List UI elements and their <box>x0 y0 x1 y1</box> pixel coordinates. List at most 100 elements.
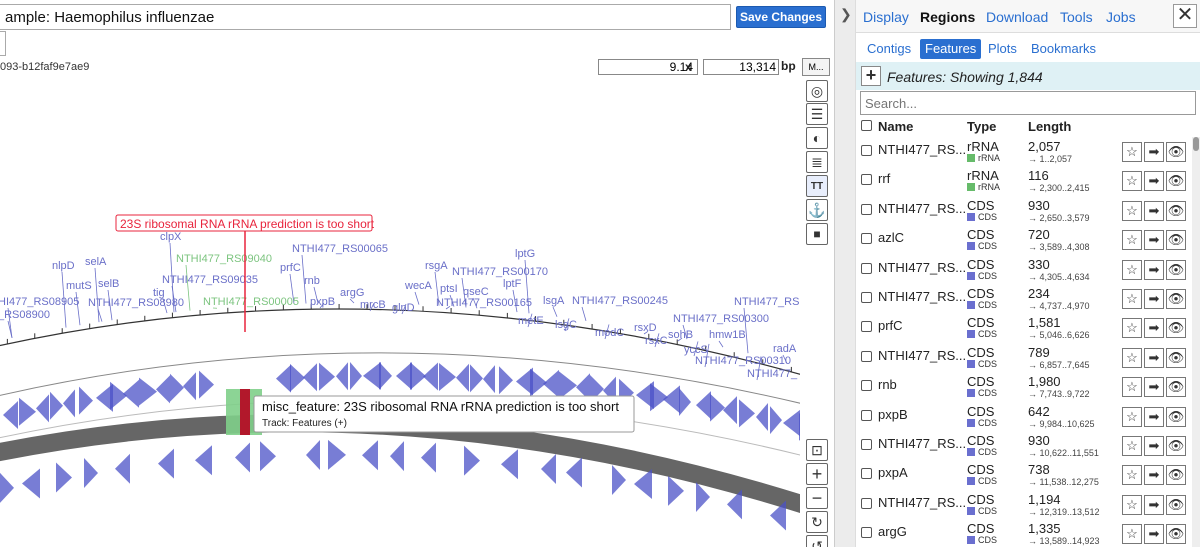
feature-label[interactable]: mrcB <box>360 299 386 311</box>
fit-icon[interactable]: ⊡ <box>806 439 828 461</box>
feature-label[interactable]: rsgA <box>425 260 448 272</box>
scroll-thumb[interactable] <box>1193 137 1199 151</box>
feature-label[interactable]: NTHI477_RS <box>734 296 799 308</box>
feature-arrow[interactable] <box>56 462 72 493</box>
row-checkbox[interactable] <box>861 497 872 509</box>
feature-label[interactable]: NTHI477_RS00310 <box>695 355 791 367</box>
zoom-input[interactable] <box>598 59 698 75</box>
feature-arrow[interactable] <box>541 454 556 485</box>
feature-arrow[interactable] <box>19 397 36 426</box>
feature-label[interactable]: rnb <box>304 275 320 287</box>
eye-icon[interactable]: 👁 <box>1166 289 1186 309</box>
rotate-back-icon[interactable]: ↺ <box>806 535 828 547</box>
highlighted-feature-red[interactable] <box>240 389 250 435</box>
eye-icon[interactable]: 👁 <box>1166 347 1186 368</box>
feature-arrow[interactable] <box>290 363 305 392</box>
table-row[interactable]: pxpA CDS CDS 738 → 11,538..12,275 ☆ ➡ 👁 <box>856 460 1192 489</box>
row-checkbox[interactable] <box>861 145 872 156</box>
eye-icon[interactable]: 👁 <box>1166 494 1186 515</box>
feature-label[interactable]: mutS <box>66 280 92 292</box>
feature-arrow[interactable] <box>3 401 18 430</box>
feature-label[interactable]: NTHI477_RS09040 <box>176 253 272 265</box>
feature-label[interactable]: rsxC <box>645 335 668 347</box>
feature-arrow[interactable] <box>306 439 320 470</box>
zoom-out-icon[interactable]: − <box>806 487 828 509</box>
star-icon[interactable]: ☆ <box>1122 347 1142 368</box>
arrow-right-icon[interactable]: ➡ <box>1144 377 1164 398</box>
star-icon[interactable]: ☆ <box>1122 200 1142 221</box>
features-search-input[interactable] <box>860 91 1196 115</box>
feature-arrow[interactable] <box>350 361 362 390</box>
row-checkbox[interactable] <box>861 380 872 392</box>
feature-label[interactable]: glnD <box>392 302 415 314</box>
panel-splitter[interactable]: ❯ <box>834 0 856 547</box>
eye-icon[interactable]: 👁 <box>1166 436 1186 456</box>
table-row[interactable]: NTHI477_RS... CDS CDS 789 → 6,857..7,645 ☆ ➡ 👁 <box>856 343 1192 372</box>
feature-arrow[interactable] <box>679 388 691 417</box>
lock-icon[interactable]: ■ <box>806 223 828 245</box>
feature-label[interactable]: nlpD <box>52 260 75 272</box>
anchor-icon[interactable]: ⚓ <box>806 199 828 221</box>
map-title-input[interactable] <box>0 4 731 30</box>
feature-arrow[interactable] <box>668 475 684 506</box>
star-icon[interactable]: ☆ <box>1122 465 1142 486</box>
feature-arrow[interactable] <box>183 372 196 401</box>
feature-arrow[interactable] <box>328 439 346 470</box>
tab-regions[interactable]: Regions <box>920 9 975 25</box>
table-row[interactable]: NTHI477_RS... CDS CDS 930 → 10,622..11,551 ☆ ➡… <box>856 431 1192 460</box>
table-row[interactable]: argG CDS CDS 1,335 → 13,589..14,923 ☆ ➡ 👁 <box>856 519 1192 547</box>
feature-arrow[interactable] <box>158 448 174 479</box>
feature-label[interactable]: metE <box>518 315 544 327</box>
feature-arrow[interactable] <box>260 441 276 472</box>
feature-arrow[interactable] <box>470 364 483 393</box>
star-icon[interactable]: ☆ <box>1122 230 1142 251</box>
feature-arrow[interactable] <box>612 464 626 495</box>
table-row[interactable]: NTHI477_RS... CDS CDS 930 → 2,650..3,579 ☆ ➡ 👁 <box>856 196 1192 225</box>
feature-arrow[interactable] <box>396 361 412 390</box>
row-checkbox[interactable] <box>861 233 872 245</box>
star-icon[interactable]: ☆ <box>1122 377 1142 398</box>
arrow-right-icon[interactable]: ➡ <box>1144 259 1164 280</box>
arrow-right-icon[interactable]: ➡ <box>1144 465 1164 486</box>
more-button[interactable]: M... <box>802 58 830 76</box>
feature-arrow[interactable] <box>559 371 577 400</box>
star-icon[interactable]: ☆ <box>1122 289 1142 309</box>
arrow-right-icon[interactable]: ➡ <box>1144 436 1164 456</box>
table-row[interactable]: pxpB CDS CDS 642 → 9,984..10,625 ☆ ➡ 👁 <box>856 402 1192 431</box>
feature-label[interactable]: hmw1B <box>709 329 746 341</box>
feature-arrow[interactable] <box>710 393 725 422</box>
star-icon[interactable]: ☆ <box>1122 142 1142 162</box>
row-checkbox[interactable] <box>861 292 872 303</box>
star-icon[interactable]: ☆ <box>1122 259 1142 280</box>
tab-jobs[interactable]: Jobs <box>1106 9 1136 25</box>
arrow-right-icon[interactable]: ➡ <box>1144 347 1164 368</box>
feature-arrow[interactable] <box>22 468 40 499</box>
feature-label[interactable]: NTHI477_RS00065 <box>292 243 388 255</box>
feature-label[interactable]: lsgA <box>543 295 565 307</box>
star-icon[interactable]: ☆ <box>1122 524 1142 545</box>
feature-arrow[interactable] <box>115 453 130 484</box>
feature-label[interactable]: sohB <box>668 329 693 341</box>
feature-arrow[interactable] <box>543 369 559 398</box>
eye-icon[interactable]: 👁 <box>1166 524 1186 545</box>
feature-arrow[interactable] <box>634 469 652 500</box>
row-checkbox[interactable] <box>861 350 872 362</box>
row-checkbox[interactable] <box>861 321 872 333</box>
feature-arrow[interactable] <box>783 409 800 437</box>
select-all-checkbox[interactable] <box>861 120 872 131</box>
star-icon[interactable]: ☆ <box>1122 494 1142 515</box>
feature-arrow[interactable] <box>379 361 392 390</box>
feature-arrow[interactable] <box>363 361 381 390</box>
close-icon[interactable]: ✕ <box>1173 4 1197 28</box>
feature-arrow[interactable] <box>199 370 214 399</box>
feature-arrow[interactable] <box>79 386 93 415</box>
feature-arrow[interactable] <box>696 391 711 420</box>
table-row[interactable]: rnb CDS CDS 1,980 → 7,743..9,722 ☆ ➡ 👁 <box>856 372 1192 401</box>
feature-arrow[interactable] <box>336 362 348 391</box>
star-icon[interactable]: ☆ <box>1122 171 1142 192</box>
feature-label[interactable]: _RS08900 <box>0 309 50 321</box>
feature-label[interactable]: NTHI477_RS00245 <box>572 295 668 307</box>
feature-arrow[interactable] <box>276 364 291 393</box>
contrast-icon[interactable]: ◐ <box>806 127 828 149</box>
feature-arrow[interactable] <box>235 442 250 473</box>
